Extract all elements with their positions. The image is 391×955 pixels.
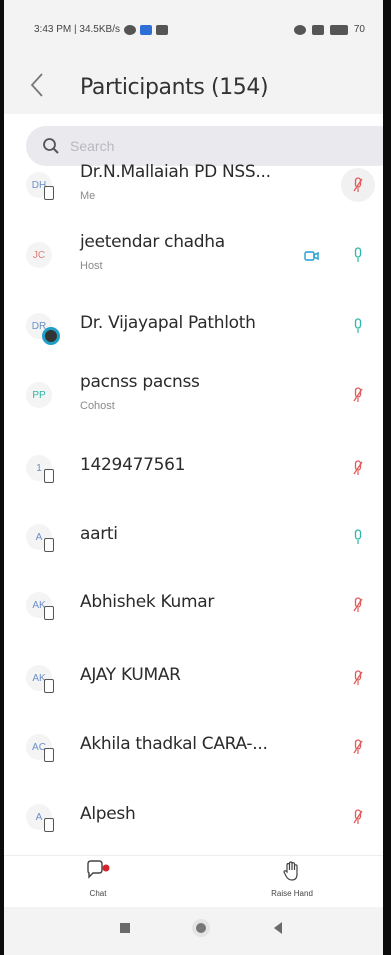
participant-avatar: DR [26,313,60,345]
status-time-speed: 3:43 PM | 34.5KB/s [34,24,120,35]
mic-muted-icon[interactable] [348,666,368,690]
phone-icon [44,606,54,620]
header: Participants (154) [0,60,391,114]
raise-hand-button[interactable]: Raise Hand [252,860,332,898]
phone-icon [44,469,54,483]
mic-icon[interactable] [348,243,368,267]
mic-muted-icon[interactable] [348,593,368,617]
home-button[interactable] [192,919,210,937]
mic-muted-icon[interactable] [348,456,368,480]
mic-muted-icon[interactable] [341,168,375,202]
participant-name: aarti [80,524,118,544]
battery-level: 70 [353,24,365,35]
phone-icon [44,818,54,832]
participant-row[interactable]: PP pacnss pacnss Cohost [0,360,391,430]
participant-avatar: A [26,524,54,552]
system-back-button[interactable] [274,922,282,934]
app-notification-icon [139,24,152,35]
raise-hand-label: Raise Hand [271,889,313,898]
participant-name: Dr.N.Mallaiah PD NSS... [80,162,271,182]
participant-name: Akhila thadkal CARA-... [80,734,268,754]
wifi-icon [293,24,306,35]
participant-name: AJAY KUMAR [80,665,181,685]
participant-row[interactable]: Aaarti [0,502,391,572]
raise-hand-icon [283,861,298,881]
mic-icon[interactable] [348,525,368,549]
back-button[interactable] [22,72,52,102]
participant-avatar: 1 [26,455,54,483]
participant-row[interactable]: AC Akhila thadkal CARA-... [0,712,391,782]
phone-icon [44,679,54,693]
status-ring-icon [42,327,60,345]
chevron-left-icon [30,73,43,97]
participant-row[interactable]: A Alpesh [0,782,391,852]
battery-icon [329,24,348,35]
participant-row[interactable]: 1 1429477561 [0,433,391,503]
status-left: 3:43 PM | 34.5KB/s [34,24,168,35]
chat-label: Chat [89,889,107,898]
notification-icon [123,24,136,35]
recents-button[interactable] [120,923,130,933]
participant-name: pacnss pacnss [80,372,200,392]
status-bar: 3:43 PM | 34.5KB/s 70 [0,0,391,60]
avatar-initials: A [35,811,43,823]
participant-name: Dr. Vijayapal Pathloth [80,313,256,333]
participant-avatar: AK [26,665,54,693]
participant-role: Cohost [80,400,115,412]
participant-avatar: AK [26,592,54,620]
participant-name: Alpesh [80,804,136,824]
participant-row[interactable]: JC jeetendar chadha Host [0,220,391,290]
participant-role: Me [80,190,96,202]
phone-icon [44,186,54,200]
home-icon [196,923,206,933]
phone-icon [44,538,54,552]
unread-dot [102,864,110,872]
avatar-initials: JC [32,249,46,261]
camera-icon[interactable] [302,248,322,264]
avatar-initials: A [35,531,43,543]
mic-muted-icon[interactable] [348,805,368,829]
signal-icon [311,24,324,35]
participant-row[interactable]: DR Dr. Vijayapal Pathloth [0,291,391,361]
system-nav-bar [0,907,391,955]
participant-avatar: AC [26,734,54,762]
bottom-bar: Chat Raise Hand [0,855,391,908]
participant-avatar: DH [26,172,54,200]
participant-row[interactable]: AK AJAY KUMAR [0,643,391,713]
chat-icon [87,860,110,879]
mic-muted-icon[interactable] [348,383,368,407]
participant-row[interactable]: DH Dr.N.Mallaiah PD NSS... Me [0,150,391,220]
status-right: 70 [293,24,365,35]
participant-role: Host [80,260,103,272]
mic-muted-icon[interactable] [348,735,368,759]
participant-name: jeetendar chadha [80,232,225,252]
participant-name: 1429477561 [80,455,186,475]
participant-row[interactable]: AK Abhishek Kumar [0,570,391,640]
avatar-initials: PP [32,389,46,401]
mic-icon[interactable] [348,314,368,338]
phone-icon [44,748,54,762]
chat-button[interactable]: Chat [58,860,138,898]
avatar-initials: 1 [36,462,42,474]
page-title: Participants (154) [80,75,269,100]
app-frame: 3:43 PM | 34.5KB/s 70 Participants (154)… [0,0,391,955]
participant-avatar: JC [26,242,52,268]
participant-avatar: PP [26,382,52,408]
participant-name: Abhishek Kumar [80,592,215,612]
message-icon [155,24,168,35]
participant-avatar: A [26,804,54,832]
